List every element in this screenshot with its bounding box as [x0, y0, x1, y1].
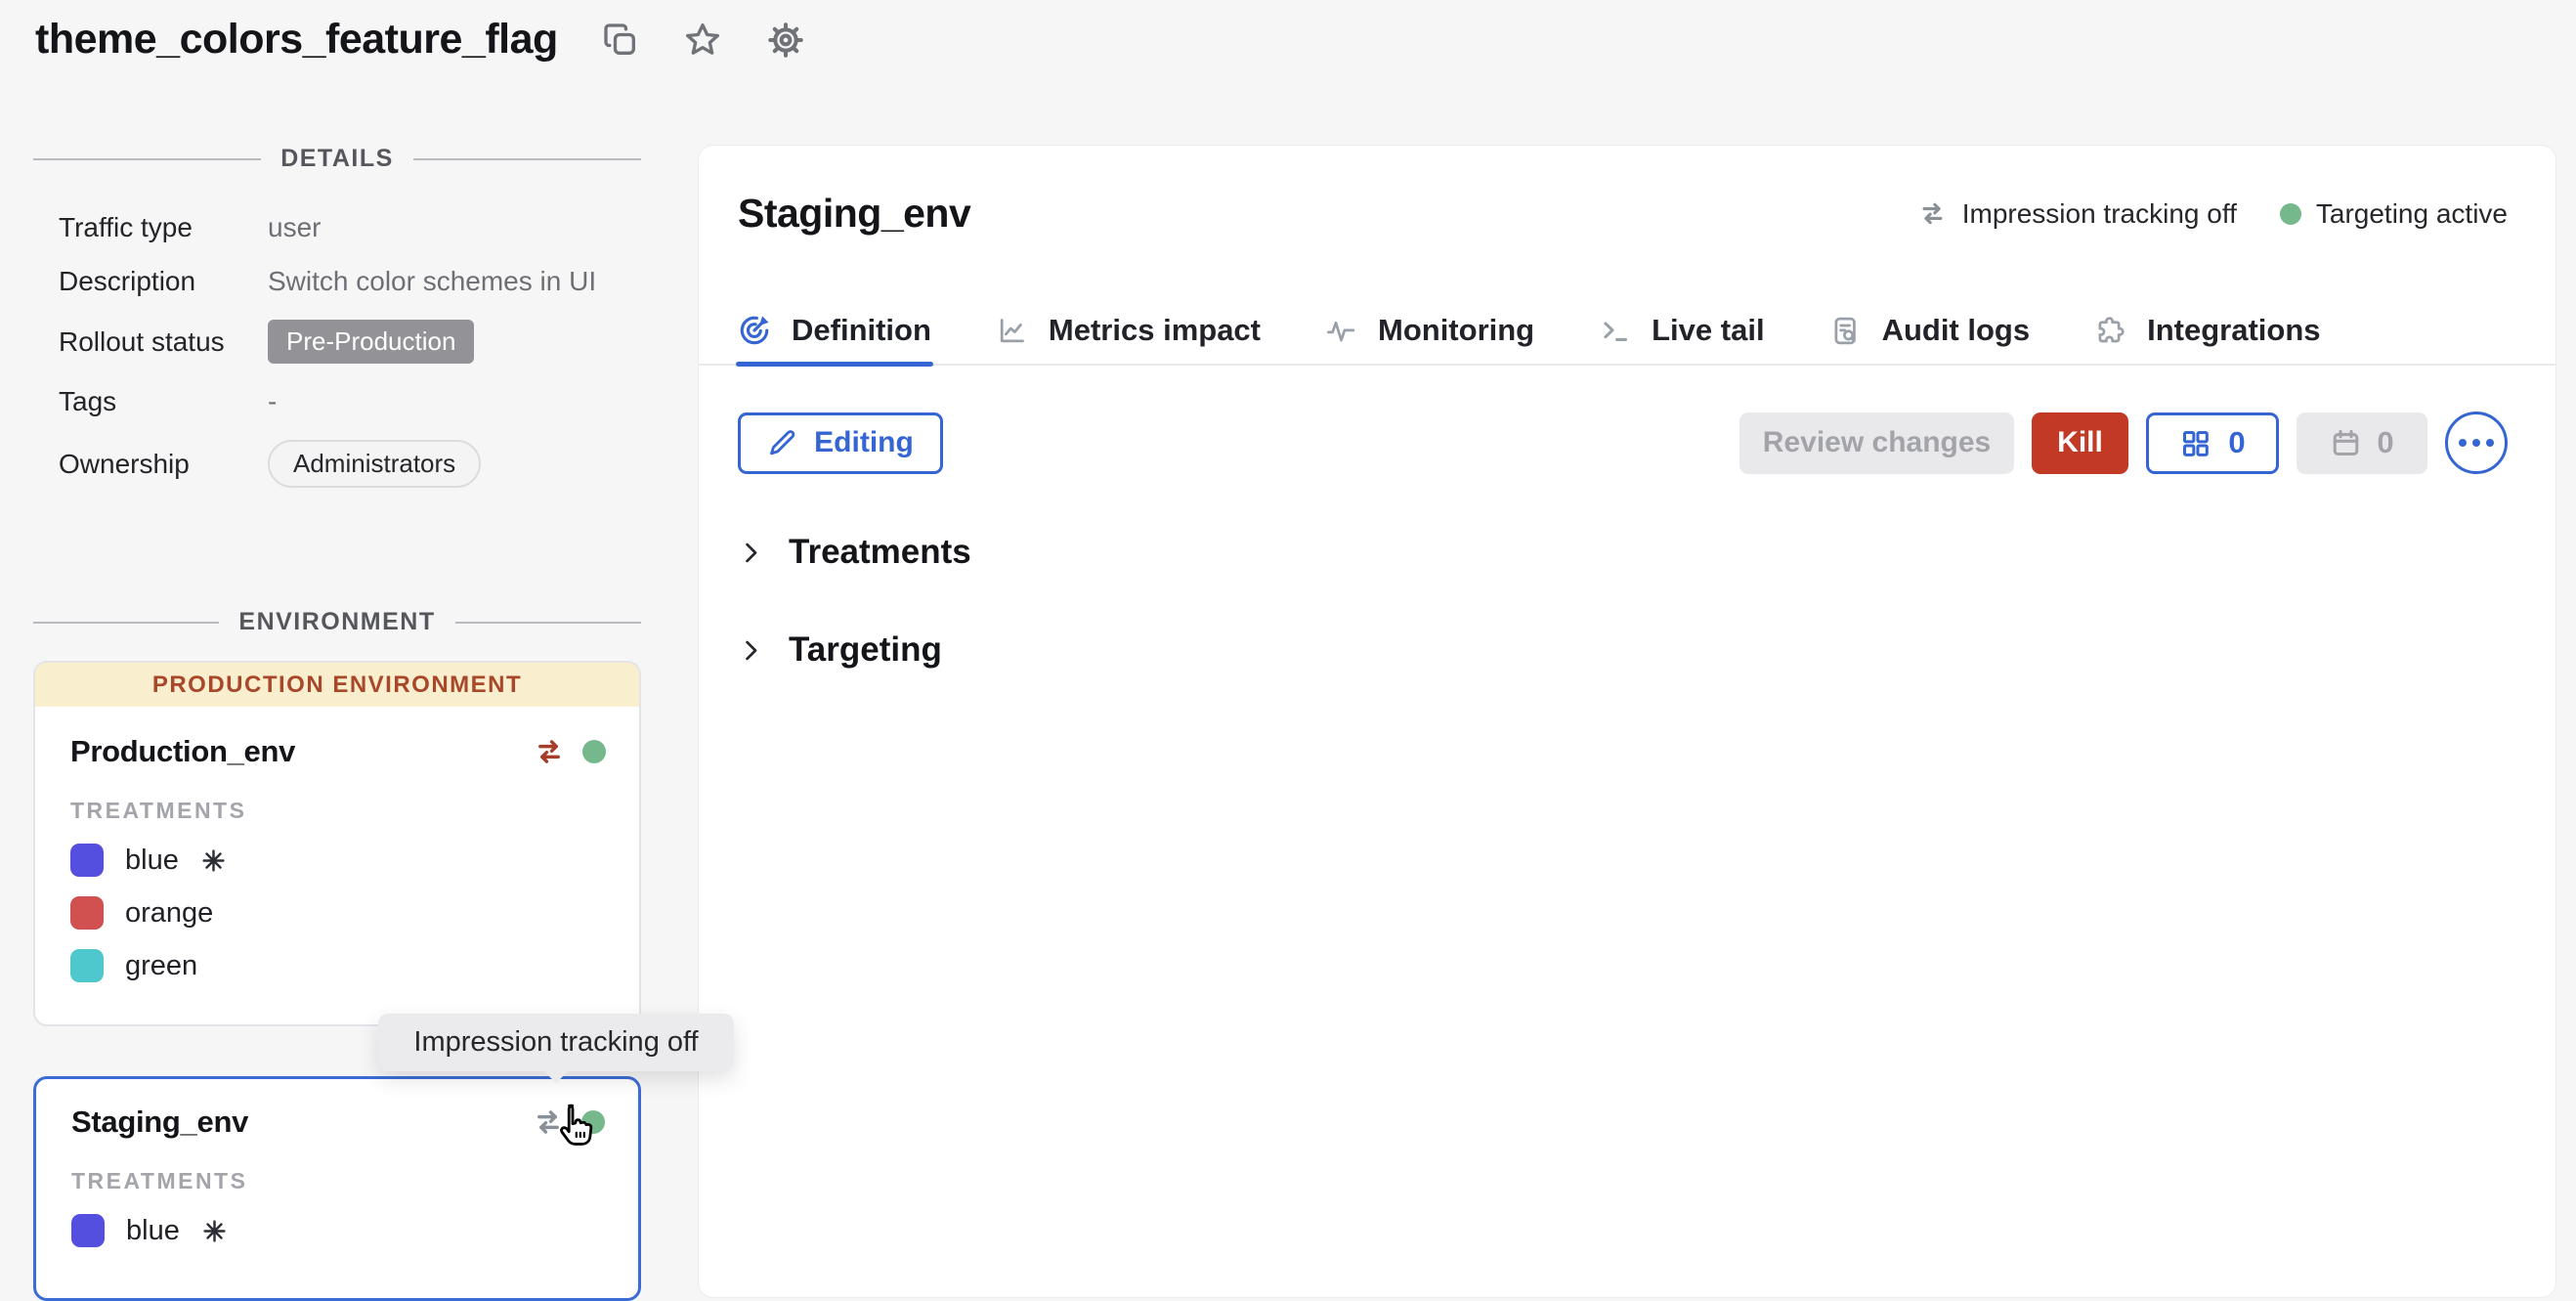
targeting-active-dot: [2280, 203, 2301, 225]
ellipsis-icon: [2459, 439, 2467, 447]
metrics-chart-icon: [996, 315, 1028, 347]
pencil-icon: [767, 428, 797, 458]
ownership-pill[interactable]: Administrators: [268, 440, 481, 488]
page-header: theme_colors_feature_flag: [35, 16, 806, 64]
impression-tracking-icon: [1917, 198, 1948, 229]
default-treatment-icon: [201, 1218, 228, 1244]
definition-icon: [738, 314, 771, 347]
environment-detail-panel: Staging_env Impression tracking off Targ…: [698, 145, 2556, 1298]
toolbar: Editing Review changes Kill 0: [699, 412, 2555, 474]
treatment-row: green: [70, 949, 606, 982]
scheduled-changes-button[interactable]: 0: [2297, 412, 2427, 474]
staging-env-card[interactable]: Staging_env TREATMENTS blue: [33, 1076, 641, 1301]
production-env-card[interactable]: PRODUCTION ENVIRONMENT Production_env TR…: [33, 661, 641, 1026]
audit-document-icon: [1829, 315, 1862, 347]
impression-tracking-status: Impression tracking off: [1917, 198, 2237, 230]
treatment-swatch: [70, 949, 104, 982]
treatments-section-toggle[interactable]: Treatments: [738, 533, 2516, 572]
treatment-row: blue: [71, 1214, 605, 1247]
treatments-heading: TREATMENTS: [70, 798, 606, 824]
star-icon[interactable]: [683, 21, 722, 60]
page-title: theme_colors_feature_flag: [35, 16, 558, 64]
rollout-status-badge: Pre-Production: [268, 320, 474, 364]
more-options-button[interactable]: [2445, 412, 2508, 474]
tab-live-tail[interactable]: Live tail: [1599, 313, 1764, 364]
treatment-swatch: [70, 844, 104, 877]
environment-title: Staging_env: [738, 191, 970, 237]
detail-value: Switch color schemes in UI: [268, 266, 641, 297]
treatment-swatch: [71, 1214, 105, 1247]
tab-audit-logs[interactable]: Audit logs: [1829, 313, 2031, 364]
copy-icon[interactable]: [601, 21, 640, 60]
tab-integrations[interactable]: Integrations: [2094, 313, 2320, 364]
tab-monitoring[interactable]: Monitoring: [1325, 313, 1534, 364]
environment-name: Staging_env: [71, 1105, 248, 1140]
detail-label: Rollout status: [59, 326, 268, 358]
pending-changes-button[interactable]: 0: [2146, 412, 2279, 474]
detail-label: Tags: [59, 386, 268, 417]
details-heading: DETAILS: [33, 145, 641, 173]
production-environment-banner: PRODUCTION ENVIRONMENT: [35, 663, 639, 707]
detail-value: user: [268, 212, 641, 243]
tooltip: Impression tracking off: [378, 1014, 734, 1071]
detail-label: Description: [59, 266, 268, 297]
editing-button[interactable]: Editing: [738, 412, 943, 474]
gear-icon[interactable]: [765, 20, 806, 61]
detail-value: -: [268, 386, 641, 417]
puzzle-icon: [2094, 315, 2126, 347]
treatments-heading: TREATMENTS: [71, 1168, 605, 1194]
targeting-status: Targeting active: [2280, 198, 2508, 230]
treatment-row: blue: [70, 844, 606, 877]
targeting-active-dot: [582, 740, 606, 763]
grid-icon: [2179, 427, 2211, 459]
default-treatment-icon: [200, 847, 227, 874]
targeting-section-toggle[interactable]: Targeting: [738, 630, 2516, 670]
tab-definition[interactable]: Definition: [738, 313, 931, 364]
environment-name: Production_env: [70, 734, 295, 769]
chevron-right-icon: [738, 540, 764, 566]
tab-bar: Definition Metrics impact Monitoring: [699, 313, 2555, 366]
treatment-swatch: [70, 896, 104, 930]
tab-metrics-impact[interactable]: Metrics impact: [996, 313, 1261, 364]
terminal-icon: [1599, 315, 1631, 347]
detail-label: Traffic type: [59, 212, 268, 243]
treatment-row: orange: [70, 896, 606, 930]
details-panel: DETAILS Traffic type user Description Sw…: [33, 145, 641, 488]
detail-label: Ownership: [59, 449, 268, 480]
cursor-pointer-hand: [551, 1101, 598, 1148]
review-changes-button[interactable]: Review changes: [1739, 412, 2014, 474]
kill-button[interactable]: Kill: [2032, 412, 2128, 474]
calendar-icon: [2330, 427, 2362, 459]
impression-tracking-icon[interactable]: [533, 735, 566, 768]
chevron-right-icon: [738, 637, 764, 664]
environment-heading: ENVIRONMENT: [33, 608, 641, 636]
pulse-icon: [1325, 315, 1357, 347]
